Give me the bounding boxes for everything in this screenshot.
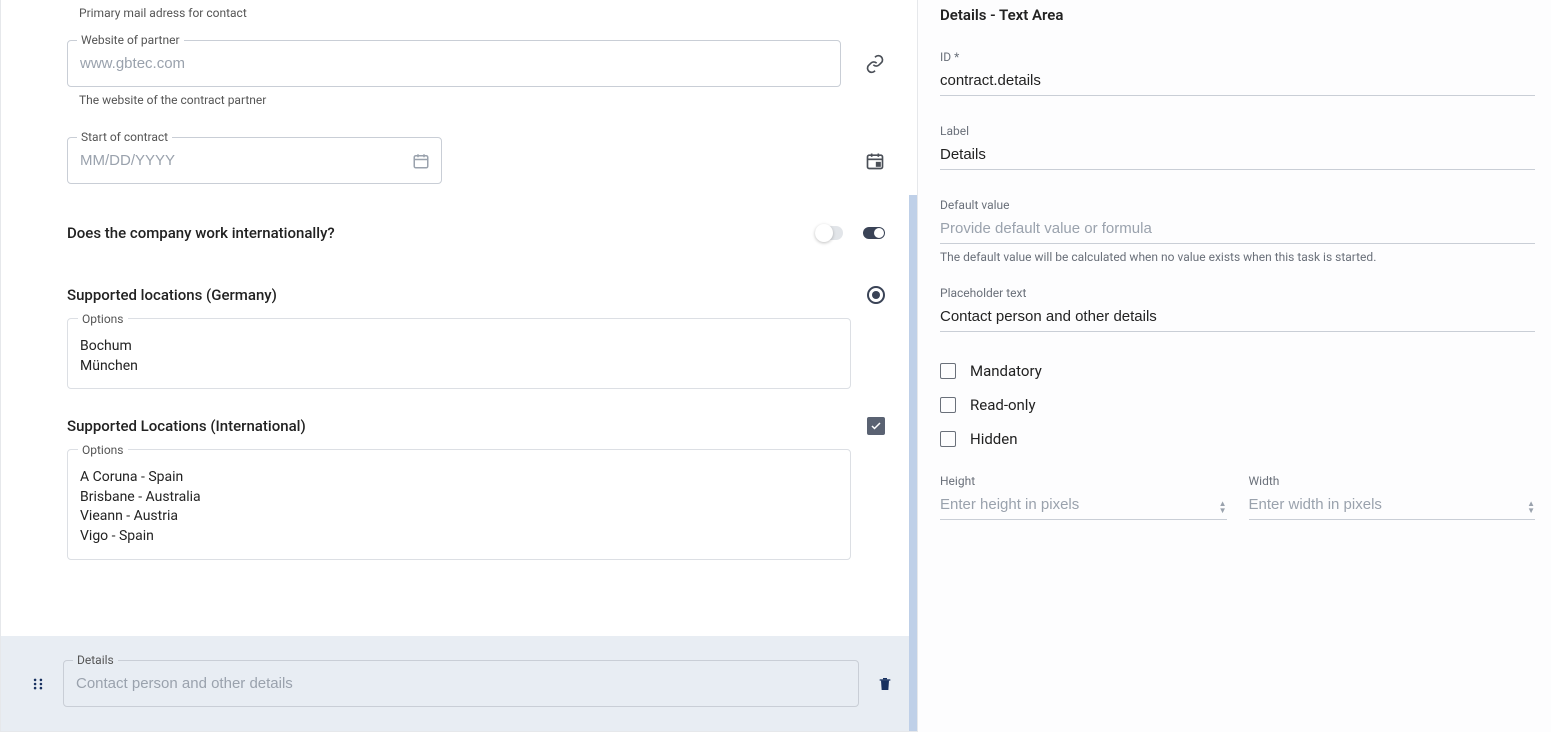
- list-item: München: [80, 357, 838, 377]
- properties-panel: Details - Text Area ID * Label Default v…: [918, 0, 1551, 732]
- hidden-label: Hidden: [970, 430, 1018, 448]
- locations-intl-options-box[interactable]: Options A Coruna - Spain Brisbane - Aust…: [67, 449, 851, 559]
- id-input[interactable]: [940, 68, 1535, 96]
- label-label: Label: [940, 124, 1535, 138]
- email-helper-text: Primary mail adress for contact: [79, 6, 917, 20]
- scrollbar[interactable]: [909, 195, 917, 731]
- checkbox-type-icon: [867, 417, 885, 435]
- height-stepper[interactable]: ▲▼: [1219, 500, 1227, 514]
- hidden-checkbox[interactable]: [940, 431, 956, 447]
- width-input[interactable]: [1249, 492, 1536, 520]
- locations-de-label: Supported locations (Germany): [67, 286, 277, 304]
- drag-handle-icon[interactable]: [31, 675, 45, 693]
- link-icon: [865, 54, 885, 74]
- website-label: Website of partner: [77, 33, 184, 47]
- placeholder-text-input[interactable]: [940, 304, 1535, 332]
- international-toggle[interactable]: [815, 226, 843, 240]
- toggle-type-icon: [863, 227, 885, 239]
- width-label: Width: [1249, 474, 1536, 488]
- list-item: Bochum: [80, 337, 838, 357]
- readonly-label: Read-only: [970, 396, 1036, 414]
- default-value-input[interactable]: [940, 216, 1535, 244]
- height-input[interactable]: [940, 492, 1227, 520]
- calendar-icon[interactable]: [412, 152, 430, 170]
- date-label: Start of contract: [77, 130, 172, 144]
- options-label: Options: [78, 312, 128, 326]
- website-input[interactable]: [67, 40, 841, 87]
- locations-de-options-box[interactable]: Options Bochum München: [67, 318, 851, 389]
- panel-title: Details - Text Area: [940, 6, 1535, 24]
- mandatory-label: Mandatory: [970, 362, 1042, 380]
- mandatory-checkbox[interactable]: [940, 363, 956, 379]
- options-label: Options: [78, 443, 128, 457]
- selected-field-row[interactable]: Details: [1, 636, 917, 731]
- date-input[interactable]: [67, 137, 442, 184]
- height-label: Height: [940, 474, 1227, 488]
- locations-intl-label: Supported Locations (International): [67, 417, 306, 435]
- radio-type-icon: [867, 286, 885, 304]
- width-stepper[interactable]: ▲▼: [1527, 500, 1535, 514]
- id-label: ID *: [940, 50, 1535, 64]
- list-item: Brisbane - Australia: [80, 488, 838, 508]
- list-item: A Coruna - Spain: [80, 468, 838, 488]
- website-helper-text: The website of the contract partner: [79, 93, 917, 107]
- list-item: Vigo - Spain: [80, 527, 838, 547]
- placeholder-text-label: Placeholder text: [940, 286, 1535, 300]
- default-value-helper: The default value will be calculated whe…: [940, 250, 1535, 264]
- date-type-icon: [865, 151, 885, 171]
- details-input[interactable]: [63, 660, 859, 707]
- readonly-checkbox[interactable]: [940, 397, 956, 413]
- list-item: Vieann - Austria: [80, 507, 838, 527]
- details-label: Details: [73, 653, 118, 667]
- delete-icon[interactable]: [877, 675, 893, 693]
- label-input[interactable]: [940, 142, 1535, 170]
- international-label: Does the company work internationally?: [67, 224, 335, 242]
- form-canvas: Primary mail adress for contact Website …: [0, 0, 918, 732]
- default-value-label: Default value: [940, 198, 1535, 212]
